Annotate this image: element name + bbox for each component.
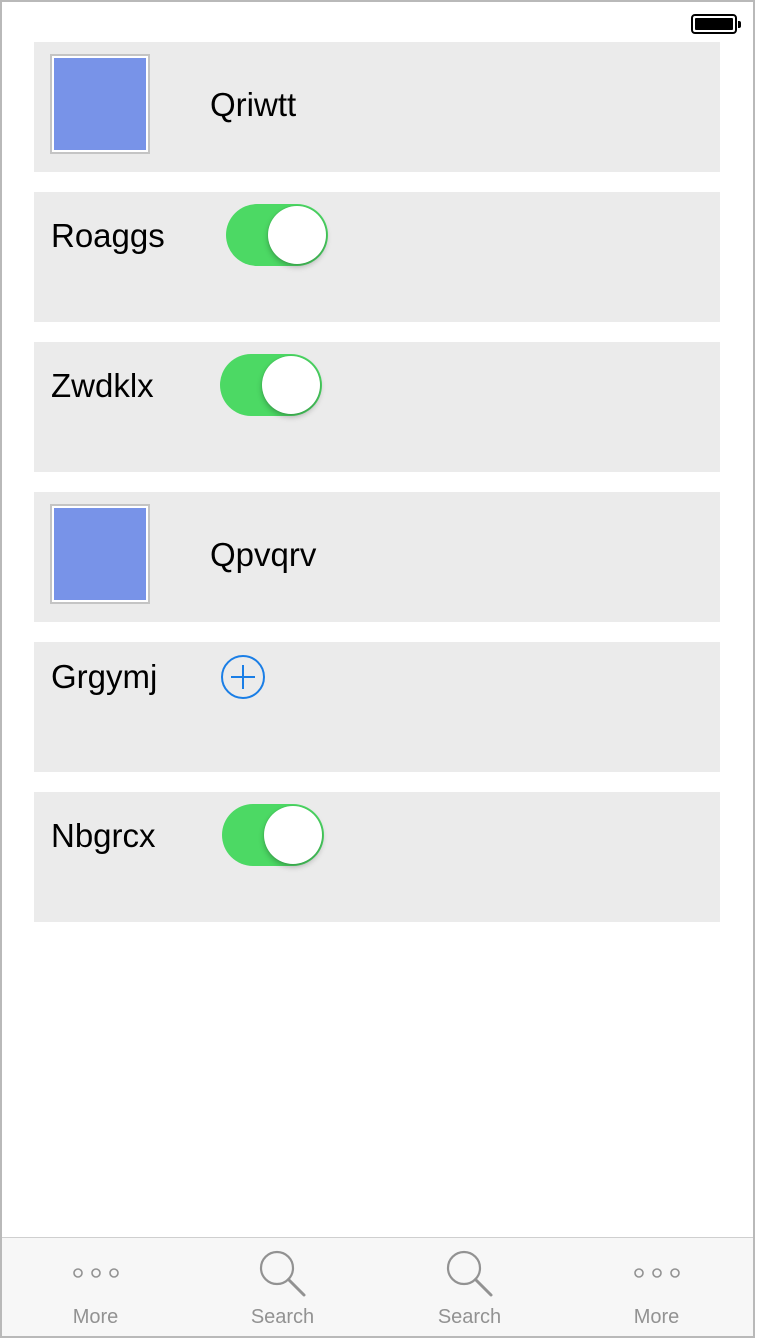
row-label: Grgymj bbox=[51, 658, 158, 695]
toggle-knob bbox=[264, 806, 322, 864]
row-label: Qpvqrv bbox=[210, 536, 317, 573]
tab-more-1[interactable]: More bbox=[2, 1238, 189, 1336]
tab-search-2[interactable]: Search bbox=[376, 1238, 563, 1336]
row-image bbox=[50, 504, 150, 604]
row-image bbox=[50, 54, 150, 154]
tab-more-2[interactable]: More bbox=[563, 1238, 750, 1336]
row-label: Roaggs bbox=[51, 217, 165, 254]
tab-label: Search bbox=[437, 1306, 502, 1328]
tab-label: More bbox=[633, 1306, 680, 1328]
search-icon bbox=[446, 1250, 492, 1297]
list-row-zwdklx: Zwdklx bbox=[34, 342, 720, 472]
search-icon bbox=[259, 1250, 305, 1297]
more-icon bbox=[633, 1268, 680, 1278]
row-label: Qriwtt bbox=[210, 86, 297, 123]
list-row-nbgrcx: Nbgrcx bbox=[34, 792, 720, 922]
tab-search-1[interactable]: Search bbox=[189, 1238, 376, 1336]
row-label: Nbgrcx bbox=[51, 817, 156, 854]
add-circle-icon[interactable] bbox=[220, 654, 266, 700]
roaggs-toggle[interactable] bbox=[226, 204, 328, 266]
list-row-qriwtt[interactable]: Qriwtt bbox=[34, 42, 720, 172]
list-row-roaggs: Roaggs bbox=[34, 192, 720, 322]
toggle-knob bbox=[262, 356, 320, 414]
list-row-grgymj: Grgymj bbox=[34, 642, 720, 772]
tab-label: Search bbox=[250, 1306, 315, 1328]
toggle-knob bbox=[268, 206, 326, 264]
tab-label: More bbox=[72, 1306, 119, 1328]
list-row-qpvqrv[interactable]: Qpvqrv bbox=[34, 492, 720, 622]
battery-full-icon bbox=[691, 14, 741, 34]
nbgrcx-toggle[interactable] bbox=[222, 804, 324, 866]
app-screen: Qriwtt Roaggs Zwdklx Qpvqrv Grgymj Nbgrc… bbox=[0, 0, 755, 1338]
tab-bar: More Search Search More bbox=[2, 1237, 753, 1336]
row-label: Zwdklx bbox=[51, 367, 154, 404]
more-icon bbox=[72, 1268, 119, 1278]
zwdklx-toggle[interactable] bbox=[220, 354, 322, 416]
